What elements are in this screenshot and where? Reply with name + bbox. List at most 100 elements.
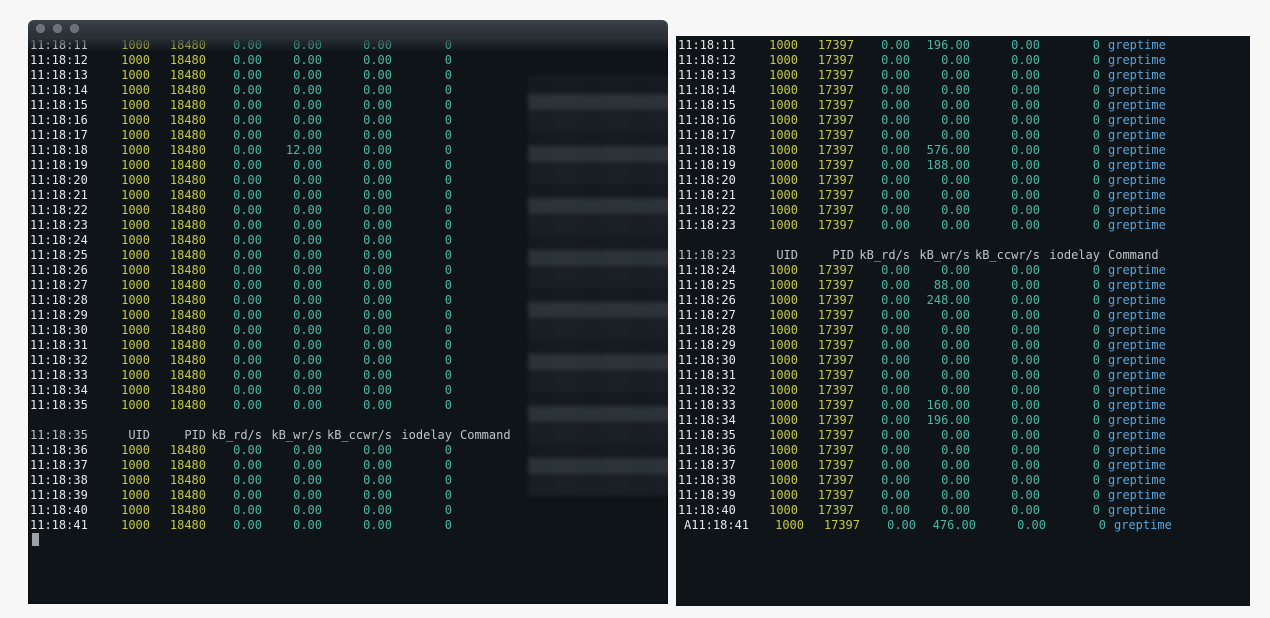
pid-cell: 18480	[150, 278, 206, 293]
command-cell	[452, 68, 550, 83]
iodelay-cell: 0	[1040, 158, 1100, 173]
kbccwr-cell: 0.00	[322, 323, 392, 338]
pid-cell: 17397	[798, 188, 854, 203]
prompt-line[interactable]	[30, 533, 664, 548]
kbwr-cell: 0.00	[910, 308, 970, 323]
time-cell: 11:18:32	[30, 353, 94, 368]
kbrd-cell: 0.00	[206, 293, 262, 308]
command-cell	[452, 308, 550, 323]
kbccwr-cell: 0.00	[322, 188, 392, 203]
table-row: 11:18:371000184800.000.000.000	[30, 458, 664, 473]
kbwr-cell: 0.00	[262, 233, 322, 248]
table-row: 11:18:401000173970.000.000.000greptime	[678, 503, 1246, 518]
command-cell: greptime	[1106, 518, 1204, 533]
table-row: 11:18:171000184800.000.000.000	[30, 128, 664, 143]
terminal-right[interactable]: 11:18:111000173970.00196.000.000greptime…	[676, 36, 1250, 606]
table-row: 11:18:221000173970.000.000.000greptime	[678, 203, 1246, 218]
kbrd-cell: 0.00	[854, 353, 910, 368]
iodelay-cell: 0	[392, 173, 452, 188]
pid-cell: 18480	[150, 173, 206, 188]
uid-cell: 1000	[742, 473, 798, 488]
command-cell: greptime	[1100, 173, 1198, 188]
command-cell: greptime	[1100, 488, 1198, 503]
uid-cell: 1000	[94, 398, 150, 413]
uid-cell: 1000	[742, 143, 798, 158]
terminal-left[interactable]: 11:18:111000184800.000.000.00011:18:1210…	[28, 36, 668, 604]
kbrd-cell: 0.00	[206, 458, 262, 473]
kbwr-cell: 0.00	[262, 113, 322, 128]
kbrd-cell: 0.00	[206, 173, 262, 188]
uid-cell: 1000	[94, 458, 150, 473]
table-row: 11:18:131000173970.000.000.000greptime	[678, 68, 1246, 83]
pid-cell: 18480	[150, 143, 206, 158]
table-row: 11:18:361000184800.000.000.000	[30, 443, 664, 458]
table-row: 11:18:291000173970.000.000.000greptime	[678, 338, 1246, 353]
zoom-icon[interactable]	[70, 24, 79, 33]
uid-cell: 1000	[742, 503, 798, 518]
uid-cell: 1000	[94, 293, 150, 308]
pid-cell: 18480	[150, 443, 206, 458]
kbrd-cell: 0.00	[206, 308, 262, 323]
kbccwr-cell: 0.00	[322, 518, 392, 533]
pid-cell: 17397	[798, 203, 854, 218]
table-row: 11:18:271000173970.000.000.000greptime	[678, 308, 1246, 323]
command-cell: greptime	[1100, 308, 1198, 323]
iodelay-cell: 0	[1040, 473, 1100, 488]
iodelay-cell: 0	[392, 398, 452, 413]
kbrd-cell: 0.00	[206, 113, 262, 128]
kbccwr-cell: 0.00	[322, 38, 392, 53]
kbccwr-cell: 0.00	[970, 263, 1040, 278]
pid-cell: 17397	[798, 308, 854, 323]
kbrd-cell: 0.00	[206, 368, 262, 383]
time-cell: 11:18:16	[678, 113, 742, 128]
command-cell: greptime	[1100, 38, 1198, 53]
uid-cell: 1000	[742, 308, 798, 323]
kbrd-cell: 0.00	[854, 143, 910, 158]
kbrd-cell: 0.00	[206, 188, 262, 203]
kbccwr-cell: 0.00	[322, 398, 392, 413]
kbwr-cell: 0.00	[262, 158, 322, 173]
pid-cell: 18480	[150, 83, 206, 98]
time-cell: 11:18:23	[30, 218, 94, 233]
table-row: 11:18:171000173970.000.000.000greptime	[678, 128, 1246, 143]
command-cell: greptime	[1100, 203, 1198, 218]
kbccwr-cell: 0.00	[322, 503, 392, 518]
command-cell: greptime	[1100, 473, 1198, 488]
command-cell	[452, 113, 550, 128]
uid-cell: 1000	[742, 83, 798, 98]
kbrd-cell: 0.00	[854, 263, 910, 278]
pid-cell: 17397	[798, 503, 854, 518]
kbwr-cell: 0.00	[262, 338, 322, 353]
close-icon[interactable]	[36, 24, 45, 33]
iodelay-cell: 0	[1040, 188, 1100, 203]
iodelay-cell: 0	[392, 443, 452, 458]
kbwr-cell: 0.00	[910, 173, 970, 188]
pid-cell: 18480	[150, 518, 206, 533]
pid-cell: 18480	[150, 128, 206, 143]
iodelay-cell: 0	[1040, 323, 1100, 338]
minimize-icon[interactable]	[53, 24, 62, 33]
uid-cell: 1000	[94, 203, 150, 218]
kbrd-cell: 0.00	[854, 323, 910, 338]
kbwr-cell: 160.00	[910, 398, 970, 413]
table-row: 11:18:231000173970.000.000.000greptime	[678, 218, 1246, 233]
kbccwr-cell: 0.00	[322, 98, 392, 113]
time-cell: 11:18:30	[30, 323, 94, 338]
time-cell: 11:18:17	[30, 128, 94, 143]
kbwr-cell: 0.00	[262, 263, 322, 278]
kbrd-cell: 0.00	[206, 338, 262, 353]
uid-cell: 1000	[742, 383, 798, 398]
window-titlebar	[28, 20, 668, 36]
command-cell: greptime	[1100, 68, 1198, 83]
kbrd-cell: 0.00	[206, 68, 262, 83]
kbccwr-cell: 0.00	[970, 53, 1040, 68]
pid-cell: 18480	[150, 353, 206, 368]
kbccwr-cell: kB_ccwr/s	[970, 248, 1040, 263]
uid-cell: 1000	[742, 278, 798, 293]
kbrd-cell: 0.00	[854, 368, 910, 383]
uid-cell: 1000	[94, 323, 150, 338]
kbrd-cell: 0.00	[854, 338, 910, 353]
iodelay-cell: 0	[392, 278, 452, 293]
command-cell	[452, 98, 550, 113]
pid-cell: 18480	[150, 218, 206, 233]
